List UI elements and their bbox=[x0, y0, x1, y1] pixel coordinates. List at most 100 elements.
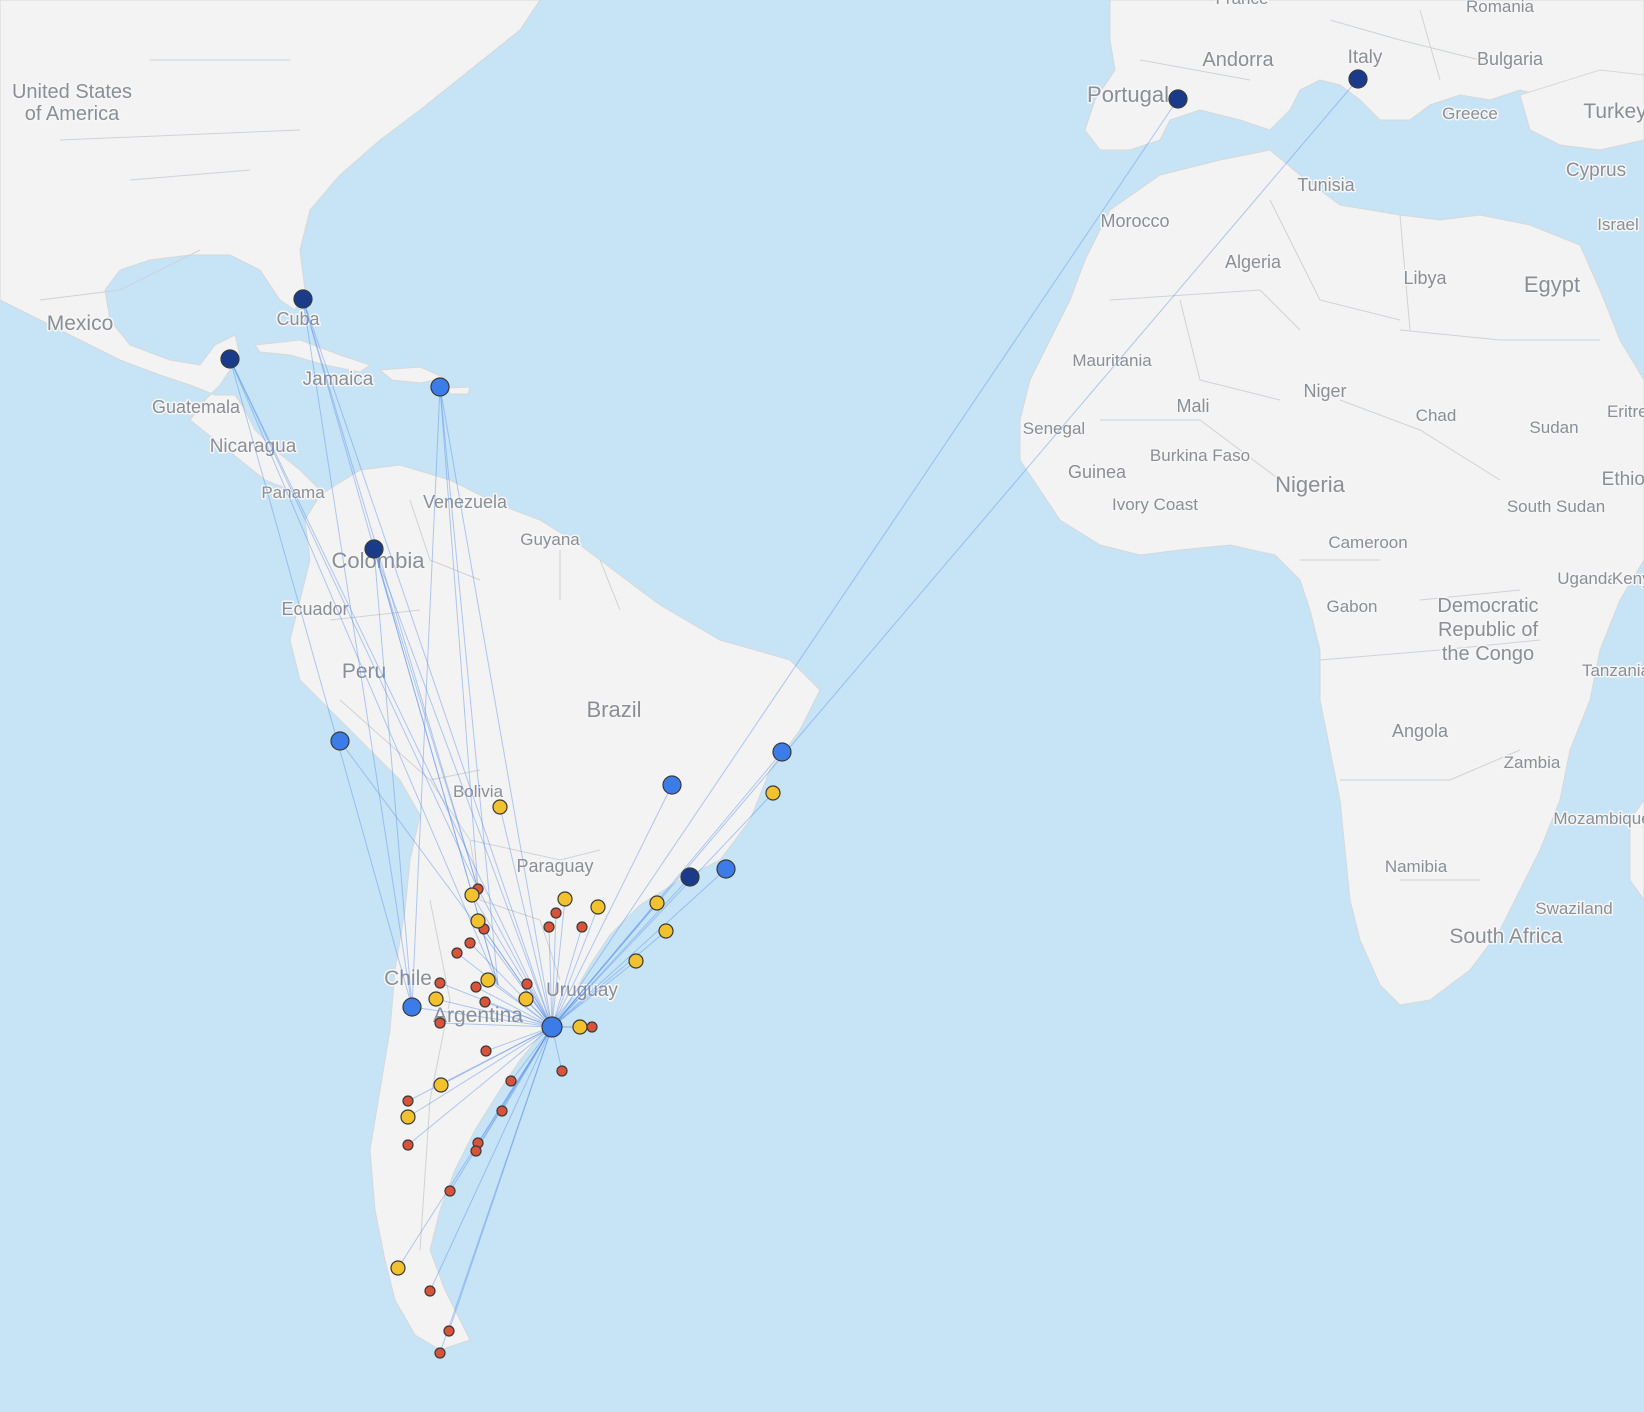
blue-marker[interactable] bbox=[430, 377, 450, 397]
map-label-sudan: Sudan bbox=[1529, 418, 1578, 437]
map-label-turkey: Turkey bbox=[1583, 100, 1644, 123]
blue-marker[interactable] bbox=[330, 731, 350, 751]
map-label-of-america: of America bbox=[25, 103, 120, 125]
map-label-eritrea: Eritrea bbox=[1607, 402, 1644, 421]
red-marker[interactable] bbox=[505, 1075, 517, 1087]
map-label-mozambique: Mozambique bbox=[1553, 809, 1644, 828]
map-label-ethiopia: Ethiopia bbox=[1602, 469, 1644, 490]
map-canvas[interactable]: United Statesof America Mexico Cuba Jamaica… bbox=[0, 0, 1644, 1412]
yellow-marker[interactable] bbox=[400, 1109, 416, 1125]
yellow-marker[interactable] bbox=[428, 991, 444, 1007]
blue-marker[interactable] bbox=[402, 997, 422, 1017]
yellow-marker[interactable] bbox=[390, 1260, 406, 1276]
red-marker[interactable] bbox=[479, 996, 491, 1008]
map-label-chad: Chad bbox=[1416, 406, 1457, 425]
yellow-marker[interactable] bbox=[628, 953, 644, 969]
map-label-democratic: Democratic bbox=[1437, 595, 1538, 617]
map-label-tunisia: Tunisia bbox=[1297, 175, 1355, 195]
map-label-mexico: Mexico bbox=[47, 312, 114, 335]
red-marker[interactable] bbox=[496, 1105, 508, 1117]
map-label-israel: Israel bbox=[1597, 215, 1639, 234]
navy-marker[interactable] bbox=[364, 539, 384, 559]
red-marker[interactable] bbox=[543, 921, 555, 933]
puerto-rico-island bbox=[447, 386, 471, 395]
navy-marker[interactable] bbox=[1348, 69, 1368, 89]
yellow-marker[interactable] bbox=[470, 913, 486, 929]
map-label-italy: Italy bbox=[1348, 47, 1383, 68]
yellow-marker[interactable] bbox=[557, 891, 573, 907]
map-label-morocco: Morocco bbox=[1100, 211, 1169, 231]
map-label-united-states: United States bbox=[12, 81, 132, 103]
map-label-nigeria: Nigeria bbox=[1275, 472, 1345, 497]
map-label-niger: Niger bbox=[1303, 381, 1346, 401]
map-label-guinea: Guinea bbox=[1068, 462, 1127, 482]
yellow-marker[interactable] bbox=[649, 895, 665, 911]
map-label-ecuador: Ecuador bbox=[281, 599, 348, 619]
map-label-tanzania: Tanzania bbox=[1582, 661, 1644, 680]
map-label-cuba: Cuba bbox=[276, 309, 320, 329]
map-label-mali: Mali bbox=[1176, 396, 1209, 416]
red-marker[interactable] bbox=[434, 1017, 446, 1029]
map-label-swaziland: Swaziland bbox=[1535, 899, 1613, 918]
map-label-bulgaria: Bulgaria bbox=[1477, 49, 1544, 69]
navy-marker[interactable] bbox=[680, 867, 700, 887]
map-label-france: France bbox=[1216, 0, 1269, 8]
yellow-marker[interactable] bbox=[480, 972, 496, 988]
hub-marker[interactable] bbox=[541, 1016, 563, 1038]
navy-marker[interactable] bbox=[1168, 89, 1188, 109]
map-label-gabon: Gabon bbox=[1326, 597, 1377, 616]
yellow-marker[interactable] bbox=[518, 991, 534, 1007]
map-label-andorra: Andorra bbox=[1202, 49, 1274, 71]
map-label-nicaragua: Nicaragua bbox=[210, 436, 297, 457]
red-marker[interactable] bbox=[402, 1139, 414, 1151]
red-marker[interactable] bbox=[443, 1325, 455, 1337]
map-label-the-congo: the Congo bbox=[1442, 643, 1534, 665]
map-label-guatemala: Guatemala bbox=[152, 397, 241, 417]
red-marker[interactable] bbox=[550, 907, 562, 919]
map-label-angola: Angola bbox=[1392, 721, 1449, 741]
red-marker[interactable] bbox=[424, 1285, 436, 1297]
yellow-marker[interactable] bbox=[433, 1077, 449, 1093]
map-label-namibia: Namibia bbox=[1385, 857, 1448, 876]
yellow-marker[interactable] bbox=[658, 923, 674, 939]
yellow-marker[interactable] bbox=[765, 785, 781, 801]
map-label-burkina-faso: Burkina Faso bbox=[1150, 446, 1250, 465]
map-label-cameroon: Cameroon bbox=[1328, 533, 1407, 552]
map-label-uganda: Uganda bbox=[1557, 569, 1617, 588]
yellow-marker[interactable] bbox=[590, 899, 606, 915]
navy-marker[interactable] bbox=[220, 349, 240, 369]
red-marker[interactable] bbox=[576, 921, 588, 933]
red-marker[interactable] bbox=[470, 981, 482, 993]
red-marker[interactable] bbox=[556, 1065, 568, 1077]
red-marker[interactable] bbox=[434, 977, 446, 989]
navy-marker[interactable] bbox=[293, 289, 313, 309]
map-label-cyprus: Cyprus bbox=[1566, 160, 1626, 181]
red-marker[interactable] bbox=[586, 1021, 598, 1033]
blue-marker[interactable] bbox=[772, 742, 792, 762]
yellow-marker[interactable] bbox=[464, 887, 480, 903]
map-label-panama: Panama bbox=[261, 483, 325, 502]
map-label-venezuela: Venezuela bbox=[423, 492, 508, 512]
red-marker[interactable] bbox=[402, 1095, 414, 1107]
map-label-jamaica: Jamaica bbox=[303, 369, 374, 390]
map-label-senegal: Senegal bbox=[1023, 419, 1085, 438]
map-label-algeria: Algeria bbox=[1225, 252, 1282, 272]
yellow-marker[interactable] bbox=[492, 799, 508, 815]
yellow-marker[interactable] bbox=[572, 1019, 588, 1035]
red-marker[interactable] bbox=[434, 1347, 446, 1359]
map-label-portugal: Portugal bbox=[1087, 82, 1169, 107]
blue-marker[interactable] bbox=[716, 859, 736, 879]
map-label-zambia: Zambia bbox=[1504, 753, 1561, 772]
red-marker[interactable] bbox=[480, 1045, 492, 1057]
red-marker[interactable] bbox=[470, 1145, 482, 1157]
red-marker[interactable] bbox=[464, 937, 476, 949]
blue-marker[interactable] bbox=[662, 775, 682, 795]
map-label-kenya: Kenya bbox=[1612, 569, 1644, 588]
red-marker[interactable] bbox=[521, 978, 533, 990]
map-label-mauritania: Mauritania bbox=[1072, 351, 1152, 370]
map-label-libya: Libya bbox=[1403, 268, 1447, 288]
red-marker[interactable] bbox=[444, 1185, 456, 1197]
map-label-ivory-coast: Ivory Coast bbox=[1112, 495, 1198, 514]
map-label-greece: Greece bbox=[1442, 104, 1498, 123]
red-marker[interactable] bbox=[451, 947, 463, 959]
